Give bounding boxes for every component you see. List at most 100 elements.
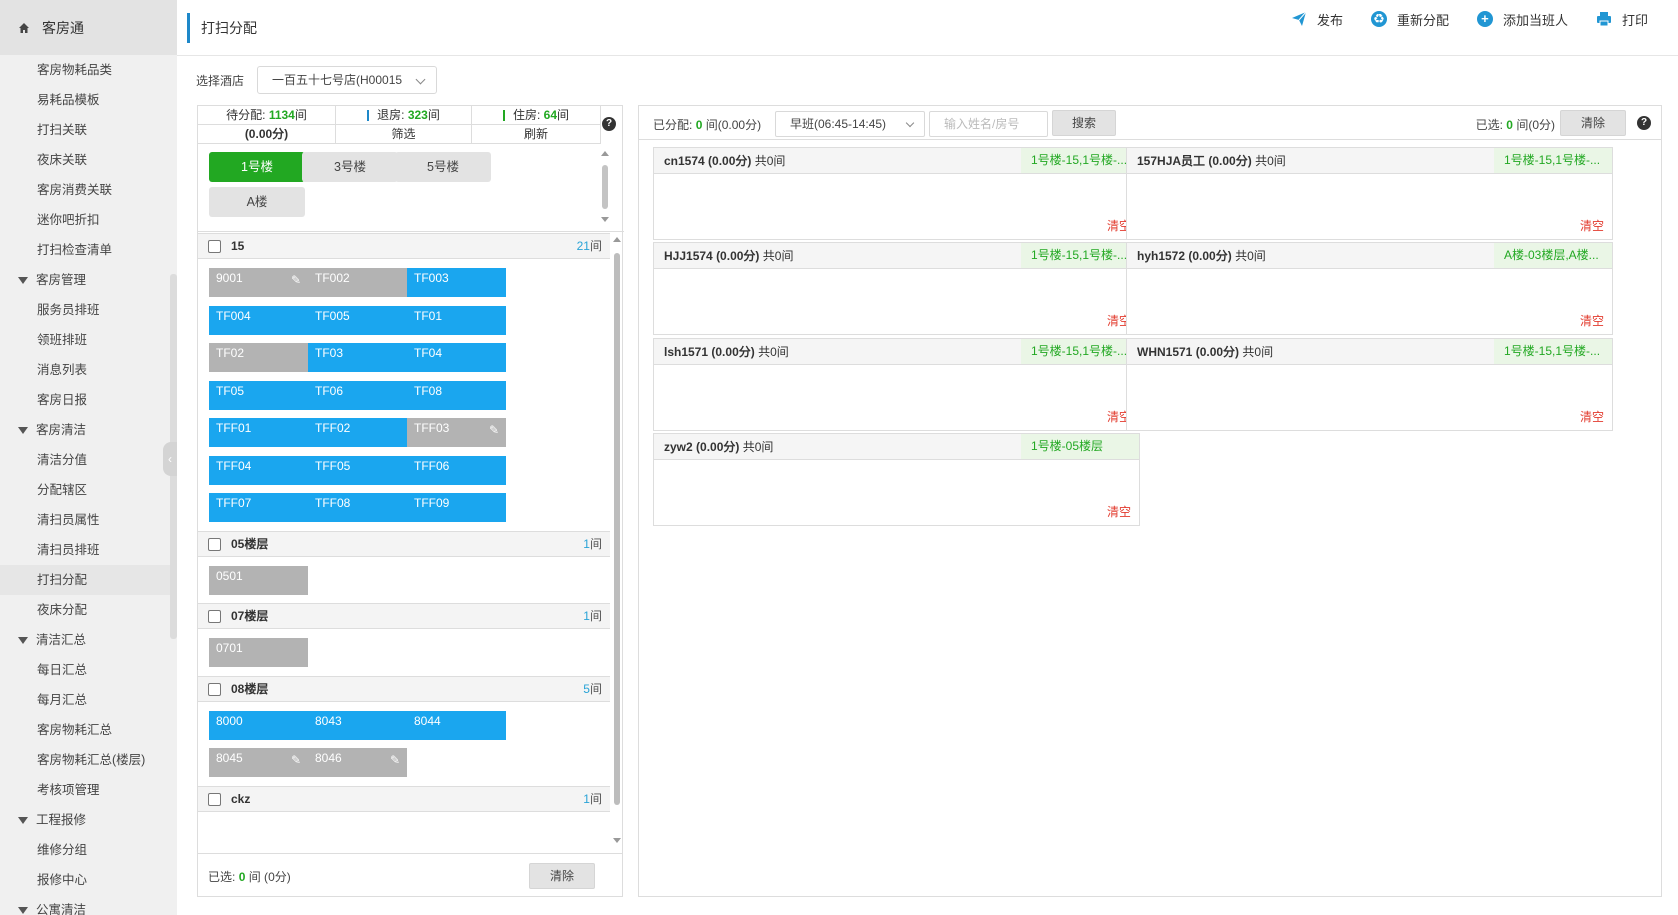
floor-checkbox[interactable] [208,682,221,696]
help-icon[interactable]: ? [1637,116,1651,130]
room-tile[interactable]: TF08 [407,380,506,410]
room-tile[interactable]: TFF05 [308,455,407,485]
tab-building-1[interactable]: 1号楼 [209,152,305,182]
scroll-down-icon[interactable] [613,838,621,843]
sidebar-item[interactable]: 领班排班 [0,325,177,355]
room-tile[interactable]: 8000 [209,710,308,740]
room-tile[interactable]: TFF02 [308,418,407,447]
scroll-down-icon[interactable] [601,217,609,222]
help-icon[interactable]: ? [602,117,616,131]
room-tile[interactable]: TFF08 [308,493,407,522]
room-tile[interactable]: TF03 [308,343,407,372]
tab-building-5[interactable]: 5号楼 [395,152,491,182]
sidebar-item[interactable]: 服务员排班 [0,295,177,325]
sidebar-group[interactable]: 工程报修 [0,805,177,835]
sidebar-item[interactable]: 易耗品模板 [0,85,177,115]
filter-button[interactable]: 筛选 [336,125,472,144]
sidebar-item[interactable]: 迷你吧折扣 [0,205,177,235]
sidebar-item[interactable]: 打扫关联 [0,115,177,145]
scroll-up-icon[interactable] [613,237,621,242]
staff-card[interactable]: HJJ1574 (0.00分) 共0间 1号楼-15,1号楼-... 清空 [653,242,1140,336]
room-tile[interactable]: TFF03 ✎ [407,418,506,447]
occupied-stat[interactable]: 住房: 64间 [472,106,601,125]
sidebar-item[interactable]: 清扫员排班 [0,535,177,565]
floor-checkbox[interactable] [208,792,221,806]
sidebar-group[interactable]: 客房管理 [0,265,177,295]
room-tile[interactable]: 8045 ✎ [209,748,308,777]
room-tile[interactable]: TFF07 [209,493,308,522]
clear-staff-button[interactable]: 清空 [1107,503,1131,520]
room-tile[interactable]: TF003 [407,268,506,297]
staff-card[interactable]: zyw2 (0.00分) 共0间 1号楼-05楼层 清空 [653,432,1140,526]
refresh-button[interactable]: 刷新 [472,125,601,144]
sidebar-item[interactable]: 报修中心 [0,865,177,895]
scroll-thumb[interactable] [602,165,608,209]
sidebar-group[interactable]: 客房清洁 [0,415,177,445]
room-tile[interactable]: 0501 [209,565,308,595]
scroll-thumb[interactable] [614,253,620,805]
sidebar-item[interactable]: 客房物耗汇总(楼层) [0,745,177,775]
sidebar-item[interactable]: 消息列表 [0,355,177,385]
room-tile[interactable]: TF004 [209,305,308,335]
sidebar-item[interactable]: 夜床关联 [0,145,177,175]
sidebar-group[interactable]: 公寓清洁 [0,895,177,915]
sidebar-item[interactable]: 打扫分配 [0,565,177,595]
clear-staff-button[interactable]: 清空 [1580,408,1604,425]
tab-building-a[interactable]: A楼 [209,187,305,217]
room-tile[interactable]: 8044 [407,710,506,740]
reassign-button[interactable]: ♻ 重新分配 [1370,8,1449,30]
room-tile[interactable]: TFF04 [209,455,308,485]
room-tile[interactable]: TFF06 [407,455,506,485]
add-staff-button[interactable]: + 添加当班人 [1476,8,1568,30]
sidebar-item[interactable]: 客房物耗汇总 [0,715,177,745]
room-tile[interactable]: 0701 [209,638,308,667]
clear-staff-button[interactable]: 清空 [1580,312,1604,329]
room-tile[interactable]: TF01 [407,305,506,335]
sidebar-item[interactable]: 打扫检查清单 [0,235,177,265]
sidebar-item[interactable]: 分配辖区 [0,475,177,505]
clear-staff-selection-button[interactable]: 清除 [1560,110,1626,136]
room-tile[interactable]: TF002 [308,268,407,297]
sidebar-item[interactable]: 每月汇总 [0,685,177,715]
sidebar-item[interactable]: 清洁分值 [0,445,177,475]
staff-card[interactable]: cn1574 (0.00分) 共0间 1号楼-15,1号楼-... 清空 [653,147,1140,240]
room-tile[interactable]: TF02 [209,343,308,372]
room-tile[interactable]: TF005 [308,305,407,335]
room-tile[interactable]: 8046 ✎ [308,748,407,777]
sidebar-item[interactable]: 客房消费关联 [0,175,177,205]
sidebar-item[interactable]: 客房物耗品类 [0,55,177,85]
clear-staff-button[interactable]: 清空 [1580,217,1604,234]
sidebar-group[interactable]: 清洁汇总 [0,625,177,655]
sidebar-item[interactable]: 每日汇总 [0,655,177,685]
shift-select[interactable]: 早班(06:45-14:45) [775,111,925,137]
staff-card[interactable]: 157HJA员工 (0.00分) 共0间 1号楼-15,1号楼-... 清空 [1126,147,1613,240]
staff-card[interactable]: lsh1571 (0.00分) 共0间 1号楼-15,1号楼-... 清空 [653,337,1140,431]
sidebar-brand[interactable]: 客房通 [0,0,177,55]
sidebar-collapse-handle[interactable]: ‹ [163,442,177,476]
room-tile[interactable]: 9001 ✎ [209,268,308,297]
room-tile[interactable]: TF05 [209,380,308,410]
tab-building-3[interactable]: 3号楼 [302,152,398,182]
room-tile[interactable]: TFF01 [209,418,308,447]
sidebar-item[interactable]: 清扫员属性 [0,505,177,535]
sidebar-item[interactable]: 客房日报 [0,385,177,415]
checkout-stat[interactable]: 退房: 323间 [336,106,472,125]
sidebar-item[interactable]: 维修分组 [0,835,177,865]
publish-button[interactable]: 发布 [1291,8,1343,30]
floor-checkbox[interactable] [208,537,221,551]
clear-selection-button[interactable]: 清除 [529,863,595,889]
floor-checkbox[interactable] [208,610,221,623]
room-tile[interactable]: TF04 [407,343,506,372]
hotel-select[interactable]: 一百五十七号店(H00015 [257,66,438,94]
staff-card[interactable]: hyh1572 (0.00分) 共0间 A楼-03楼层,A楼... 清空 [1126,242,1613,336]
scroll-up-icon[interactable] [601,151,609,156]
search-input[interactable] [929,111,1048,137]
search-button[interactable]: 搜索 [1052,110,1116,136]
room-tile[interactable]: TF06 [308,380,407,410]
room-tile[interactable]: 8043 [308,710,407,740]
staff-card[interactable]: WHN1571 (0.00分) 共0间 1号楼-15,1号楼-... 清空 [1126,337,1613,431]
print-button[interactable]: 打印 [1596,8,1648,30]
sidebar-item[interactable]: 夜床分配 [0,595,177,625]
room-tile[interactable]: TFF09 [407,493,506,522]
room-grid-scrollbar[interactable] [610,233,624,853]
